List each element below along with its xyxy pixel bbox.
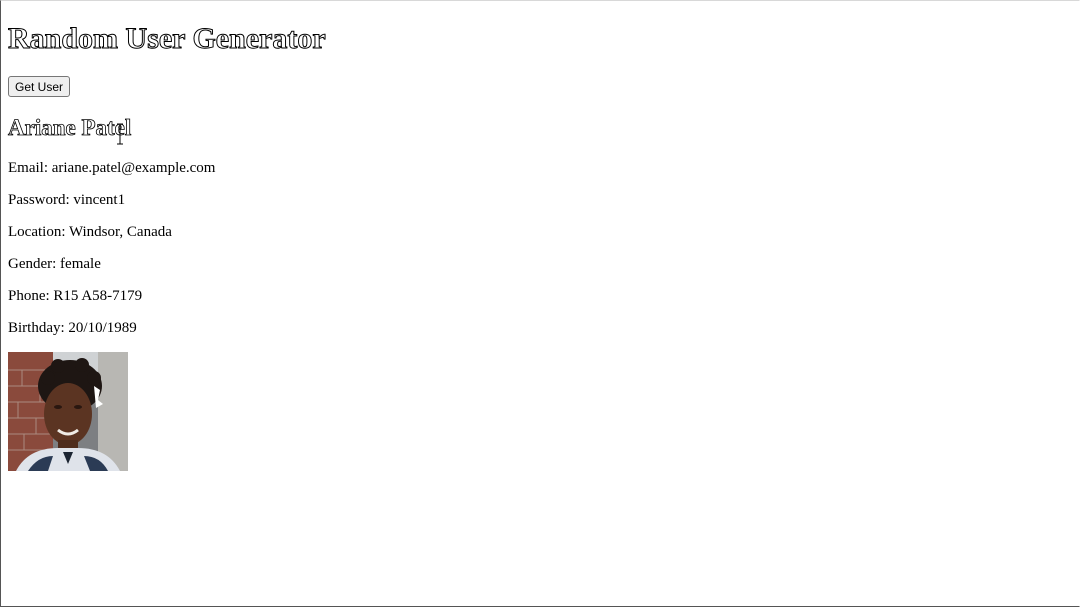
user-birthday: Birthday: 20/10/1989: [8, 320, 137, 336]
get-user-button[interactable]: Get User: [8, 76, 71, 97]
user-password: Password: vincent1: [8, 192, 126, 208]
user-name: Ariane Patel: [8, 115, 132, 141]
page-title: Random User Generator: [8, 22, 327, 56]
user-phone: Phone: R15 A58-7179: [8, 288, 143, 304]
user-photo: [8, 352, 128, 471]
user-location: Location: Windsor, Canada: [8, 224, 172, 240]
text-cursor-icon: [117, 123, 123, 145]
page-frame: [0, 0, 1080, 607]
user-gender: Gender: female: [8, 256, 101, 272]
user-email: Email: ariane.patel@example.com: [8, 160, 216, 176]
